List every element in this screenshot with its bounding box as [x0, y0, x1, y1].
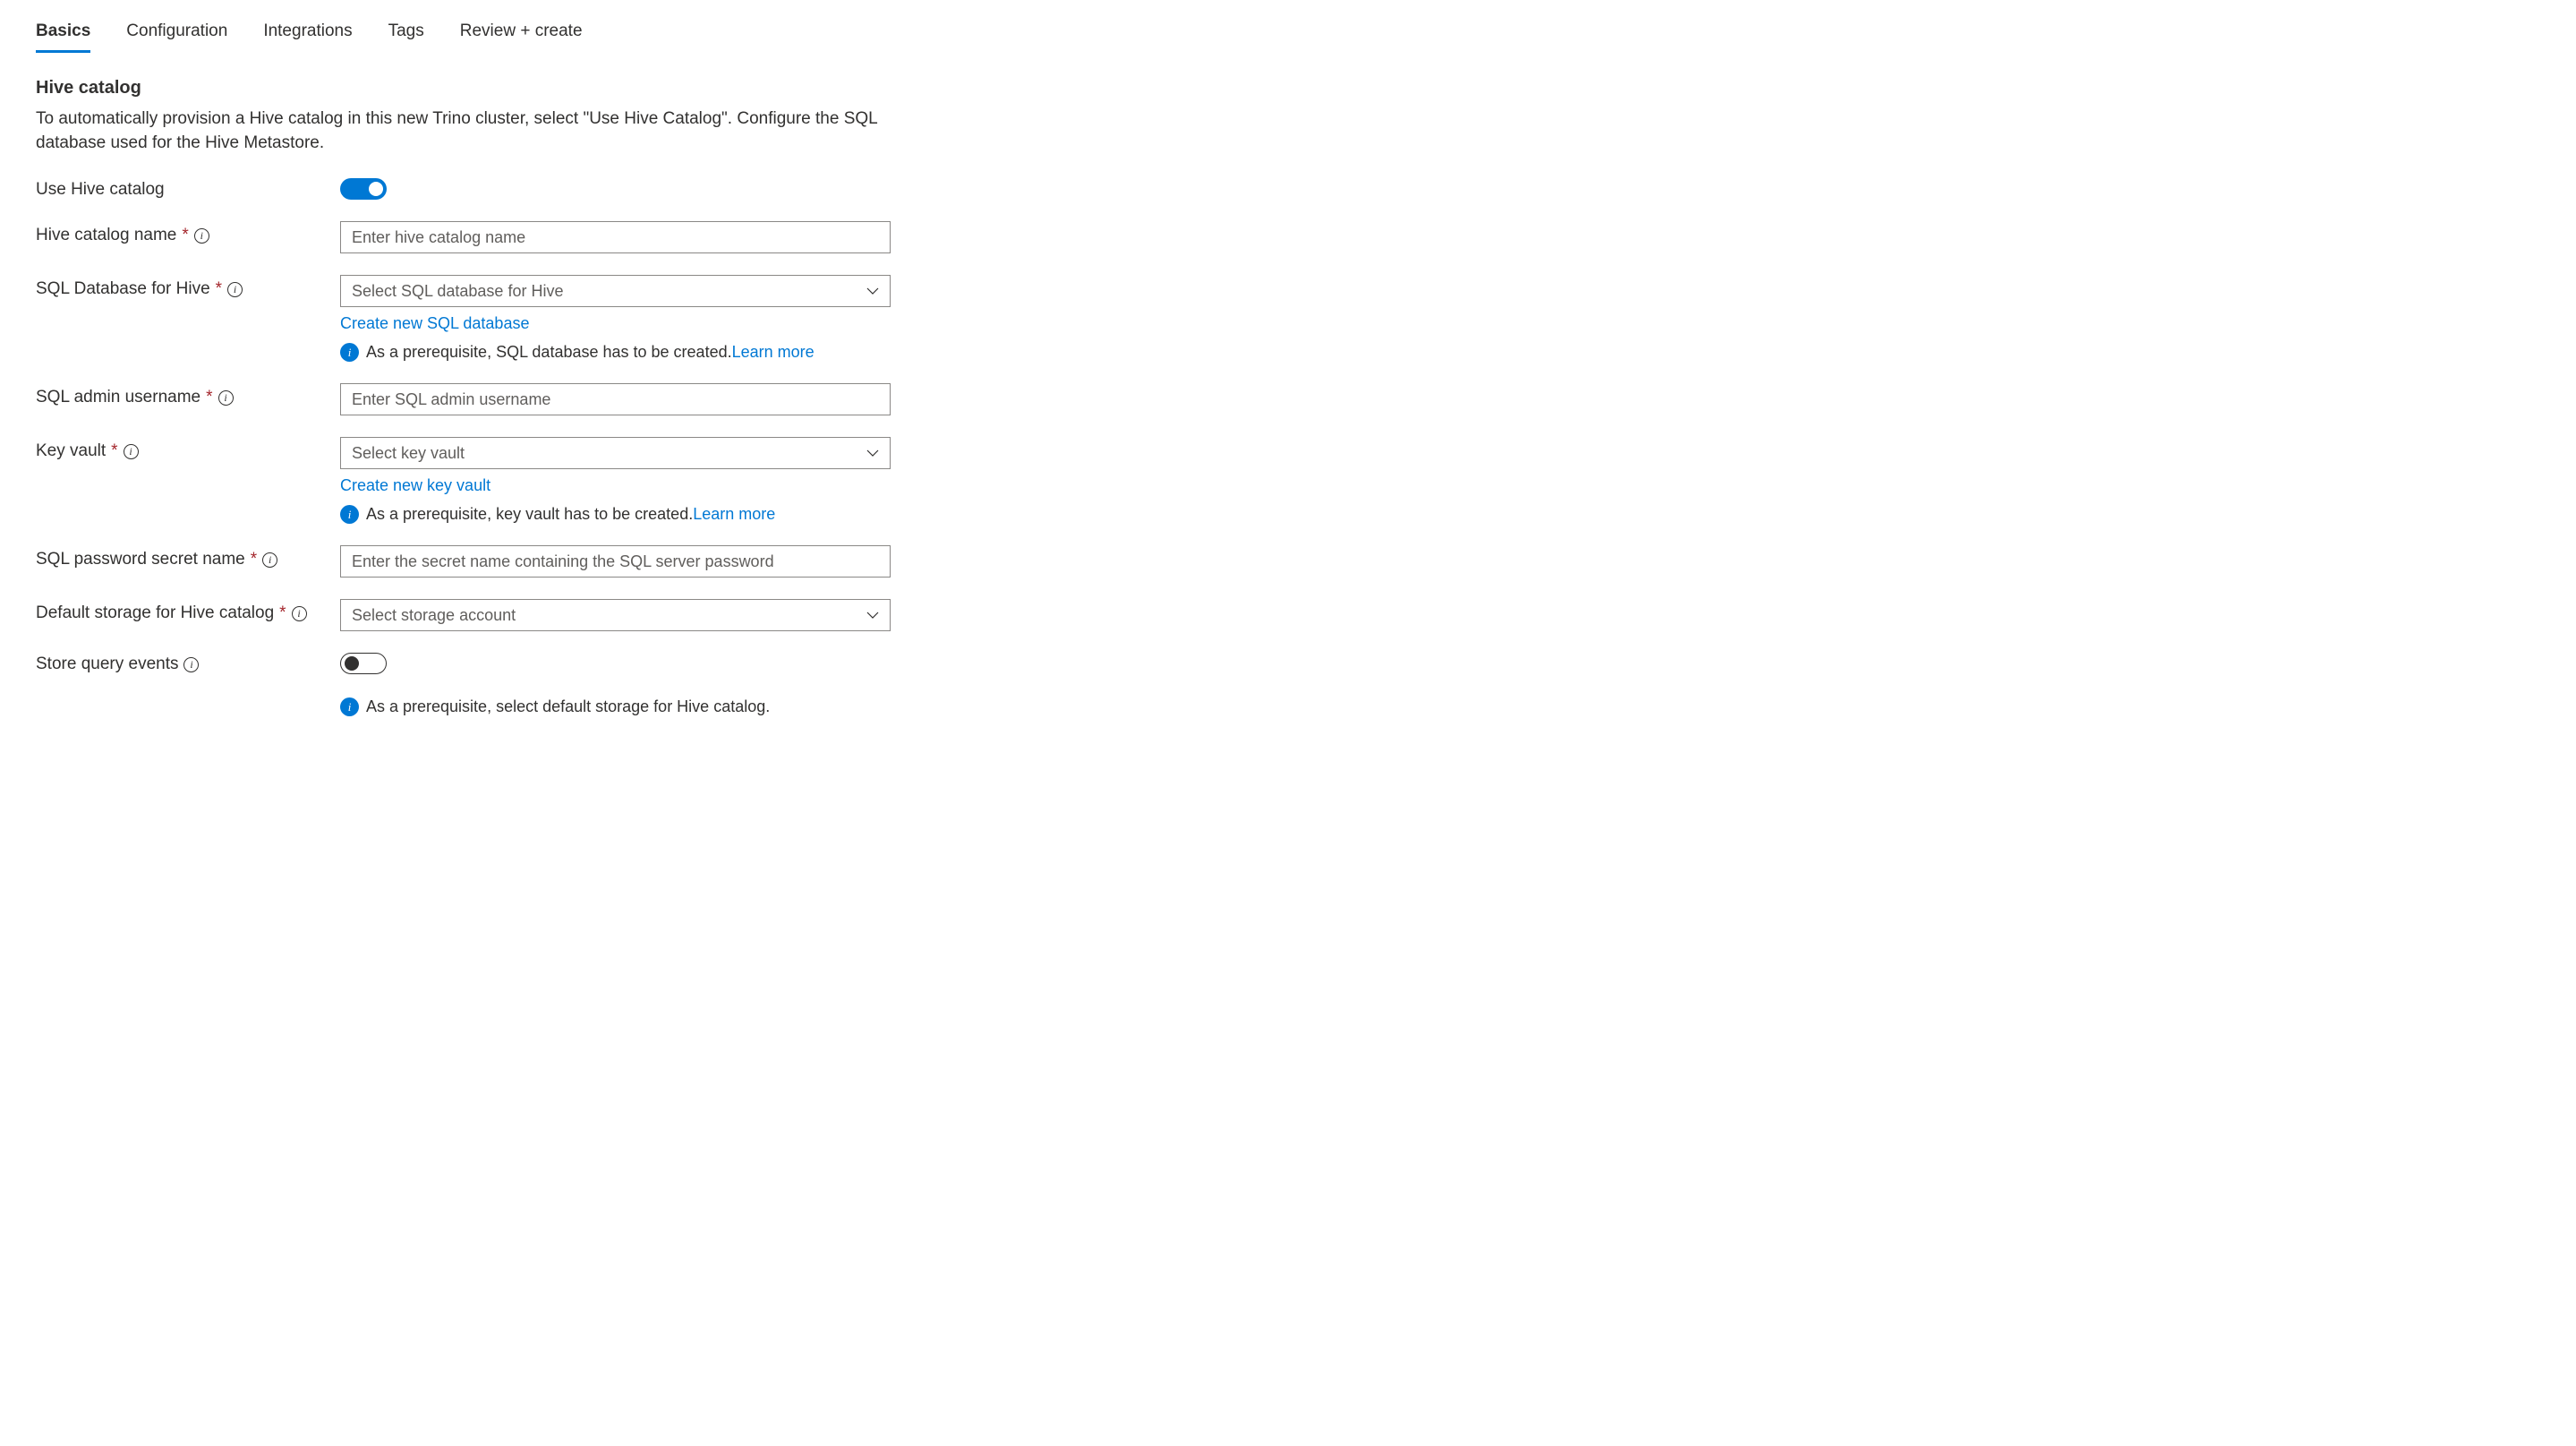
info-icon[interactable]: i: [218, 390, 234, 406]
required-asterisk: *: [279, 603, 286, 623]
tab-integrations[interactable]: Integrations: [263, 21, 352, 53]
sql-password-secret-input[interactable]: [340, 545, 891, 578]
use-hive-catalog-toggle[interactable]: [340, 178, 387, 200]
info-icon[interactable]: i: [292, 606, 307, 621]
required-asterisk: *: [111, 441, 117, 461]
label-text: Key vault: [36, 441, 106, 461]
learn-more-link[interactable]: Learn more: [693, 505, 775, 523]
sql-database-select[interactable]: Select SQL database for Hive: [340, 275, 891, 307]
sql-database-label: SQL Database for Hive * i: [36, 275, 340, 299]
required-asterisk: *: [251, 550, 257, 569]
store-query-events-info: i As a prerequisite, select default stor…: [340, 697, 891, 716]
sql-admin-username-input[interactable]: [340, 383, 891, 415]
label-text: Store query events: [36, 655, 178, 674]
required-asterisk: *: [182, 226, 188, 245]
label-text: Default storage for Hive catalog: [36, 603, 274, 623]
hive-catalog-name-input[interactable]: [340, 221, 891, 253]
sql-password-secret-label: SQL password secret name * i: [36, 545, 340, 569]
default-storage-label: Default storage for Hive catalog * i: [36, 599, 340, 623]
label-text: SQL Database for Hive: [36, 279, 210, 299]
info-badge-icon: i: [340, 343, 359, 362]
label-text: Use Hive catalog: [36, 180, 165, 200]
toggle-knob: [369, 182, 383, 196]
hive-catalog-name-label: Hive catalog name * i: [36, 221, 340, 245]
select-placeholder: Select storage account: [352, 606, 516, 625]
tabs-bar: Basics Configuration Integrations Tags R…: [36, 21, 2540, 53]
required-asterisk: *: [206, 388, 212, 407]
chevron-down-icon: [866, 447, 879, 459]
section-description: To automatically provision a Hive catalo…: [36, 107, 877, 155]
chevron-down-icon: [866, 285, 879, 297]
info-icon[interactable]: i: [194, 228, 209, 244]
info-badge-icon: i: [340, 505, 359, 524]
info-icon[interactable]: i: [124, 444, 139, 459]
info-text: As a prerequisite, select default storag…: [366, 697, 770, 716]
key-vault-select[interactable]: Select key vault: [340, 437, 891, 469]
use-hive-catalog-label: Use Hive catalog: [36, 178, 340, 200]
label-text: SQL password secret name: [36, 550, 245, 569]
required-asterisk: *: [216, 279, 222, 299]
select-placeholder: Select SQL database for Hive: [352, 282, 563, 301]
info-icon[interactable]: i: [262, 552, 277, 568]
chevron-down-icon: [866, 609, 879, 621]
default-storage-select[interactable]: Select storage account: [340, 599, 891, 631]
tab-review-create[interactable]: Review + create: [460, 21, 583, 53]
info-icon[interactable]: i: [183, 657, 199, 672]
create-key-vault-link[interactable]: Create new key vault: [340, 476, 490, 495]
key-vault-label: Key vault * i: [36, 437, 340, 461]
sql-database-info: i As a prerequisite, SQL database has to…: [340, 343, 891, 362]
toggle-knob: [345, 656, 359, 671]
store-query-events-toggle[interactable]: [340, 653, 387, 674]
key-vault-info: i As a prerequisite, key vault has to be…: [340, 505, 891, 524]
tab-tags[interactable]: Tags: [388, 21, 424, 53]
info-text: As a prerequisite, key vault has to be c…: [366, 505, 693, 523]
info-text: As a prerequisite, SQL database has to b…: [366, 343, 732, 361]
tab-configuration[interactable]: Configuration: [126, 21, 227, 53]
learn-more-link[interactable]: Learn more: [732, 343, 815, 361]
select-placeholder: Select key vault: [352, 444, 465, 463]
store-query-events-label: Store query events i: [36, 653, 340, 674]
tab-basics[interactable]: Basics: [36, 21, 90, 53]
create-sql-database-link[interactable]: Create new SQL database: [340, 314, 529, 333]
label-text: Hive catalog name: [36, 226, 176, 245]
sql-admin-username-label: SQL admin username * i: [36, 383, 340, 407]
section-title: Hive catalog: [36, 78, 2540, 98]
label-text: SQL admin username: [36, 388, 200, 407]
info-icon[interactable]: i: [227, 282, 243, 297]
info-badge-icon: i: [340, 697, 359, 716]
